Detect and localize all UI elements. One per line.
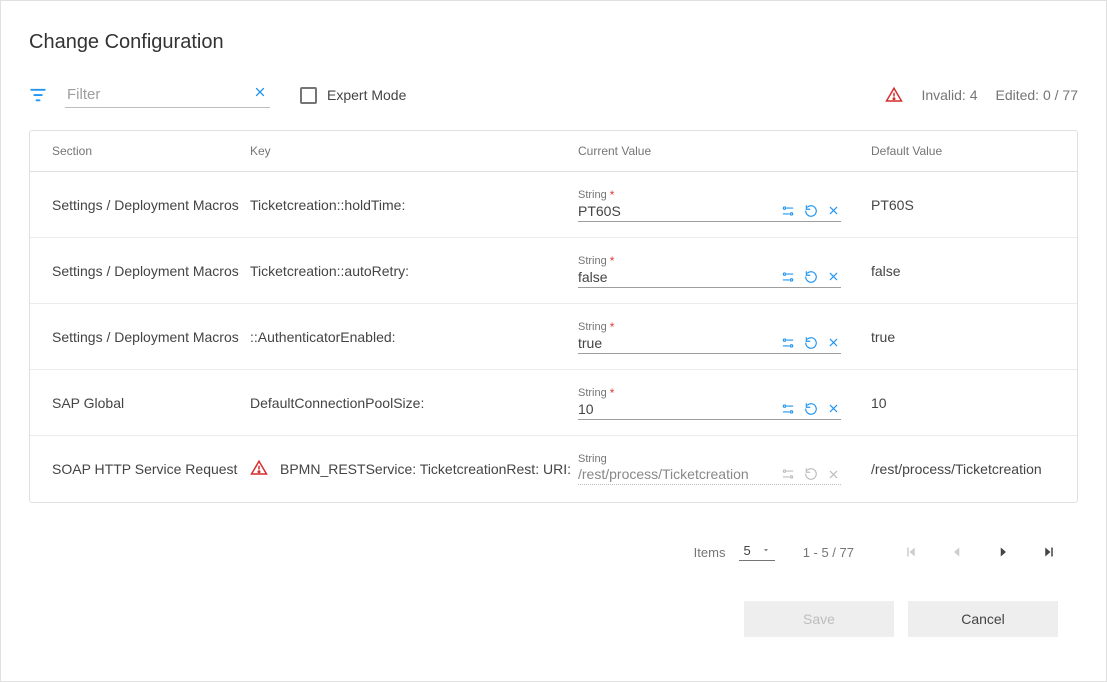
switch-type-icon[interactable] [780,203,795,218]
table-header: Section Key Current Value Default Value [30,131,1077,172]
cell-section: Settings / Deployment Macros [52,263,250,279]
edited-count: Edited: 0 / 77 [995,87,1078,103]
filter-input-wrap [65,82,270,108]
cancel-button[interactable]: Cancel [908,601,1058,637]
cell-key: BPMN_RESTService: TicketcreationRest: UR… [250,459,578,480]
clear-icon[interactable] [826,401,841,416]
cell-default: 10 [871,395,1055,411]
cell-default: /rest/process/Ticketcreation [871,461,1055,477]
expert-mode-label: Expert Mode [327,87,406,103]
pager: Items 5 1 - 5 / 77 [29,543,1078,561]
cell-current: String* [578,254,871,288]
chevron-down-icon [761,543,771,558]
cell-section: SOAP HTTP Service Request [52,461,250,477]
table-row: Settings / Deployment Macros::Authentica… [30,304,1077,370]
col-default: Default Value [871,144,1055,158]
required-star-icon: * [610,188,615,202]
filter-icon [29,86,47,104]
key-label: ::AuthenticatorEnabled: [250,329,396,345]
field-type-label: String* [578,320,841,334]
key-label: DefaultConnectionPoolSize: [250,395,424,411]
reset-icon[interactable] [803,269,818,284]
cell-key: Ticketcreation::autoRetry: [250,263,578,279]
value-input[interactable] [578,269,780,285]
cell-default: true [871,329,1055,345]
cell-key: Ticketcreation::holdTime: [250,197,578,213]
checkbox-icon [300,87,317,104]
dialog-title: Change Configuration [29,31,1078,54]
cell-current: String* [578,386,871,420]
table-row: Settings / Deployment MacrosTicketcreati… [30,172,1077,238]
cell-current: String [578,453,871,485]
config-table: Section Key Current Value Default Value … [29,130,1078,503]
field-type-label: String* [578,254,841,268]
cell-current: String* [578,320,871,354]
switch-type-icon[interactable] [780,401,795,416]
cell-key: DefaultConnectionPoolSize: [250,395,578,411]
value-input[interactable] [578,401,780,417]
field-type-label: String* [578,386,841,400]
key-label: BPMN_RESTService: TicketcreationRest: UR… [280,461,571,477]
page-size-select[interactable]: 5 [739,543,774,561]
prev-page-button[interactable] [948,543,966,561]
required-star-icon: * [610,254,615,268]
field-type-label: String* [578,188,841,202]
cell-current: String* [578,188,871,222]
dialog-actions: Save Cancel [29,601,1078,637]
change-configuration-dialog: Change Configuration Expert Mode [0,0,1107,682]
toolbar: Expert Mode Invalid: 4 Edited: 0 / 77 [29,82,1078,108]
switch-type-icon [780,467,795,482]
filter-input[interactable] [65,82,270,108]
cell-section: SAP Global [52,395,250,411]
clear-icon[interactable] [826,203,841,218]
value-input [578,466,780,482]
clear-icon[interactable] [826,335,841,350]
page-range: 1 - 5 / 77 [803,545,854,560]
cell-section: Settings / Deployment Macros [52,197,250,213]
last-page-button[interactable] [1040,543,1058,561]
status-summary: Invalid: 4 Edited: 0 / 77 [885,86,1078,104]
expert-mode-checkbox[interactable]: Expert Mode [300,87,406,104]
col-current: Current Value [578,144,871,158]
col-key: Key [250,144,578,158]
table-row: Settings / Deployment MacrosTicketcreati… [30,238,1077,304]
value-input[interactable] [578,335,780,351]
clear-icon[interactable] [826,269,841,284]
table-row: SOAP HTTP Service Request BPMN_RESTServic… [30,436,1077,502]
warning-icon [885,86,903,104]
next-page-button[interactable] [994,543,1012,561]
reset-icon[interactable] [803,203,818,218]
reset-icon[interactable] [803,335,818,350]
save-button[interactable]: Save [744,601,894,637]
clear-icon [826,467,841,482]
table-row: SAP GlobalDefaultConnectionPoolSize: Stri… [30,370,1077,436]
cell-key: ::AuthenticatorEnabled: [250,329,578,345]
switch-type-icon[interactable] [780,335,795,350]
first-page-button[interactable] [902,543,920,561]
col-section: Section [52,144,250,158]
filter-clear-icon[interactable] [252,84,268,100]
value-input[interactable] [578,203,780,219]
switch-type-icon[interactable] [780,269,795,284]
key-label: Ticketcreation::holdTime: [250,197,405,213]
warning-icon [250,459,268,480]
invalid-count: Invalid: 4 [921,87,977,103]
key-label: Ticketcreation::autoRetry: [250,263,409,279]
cell-default: PT60S [871,197,1055,213]
required-star-icon: * [610,320,615,334]
cell-section: Settings / Deployment Macros [52,329,250,345]
cell-default: false [871,263,1055,279]
items-label: Items [694,545,726,560]
required-star-icon: * [610,386,615,400]
reset-icon[interactable] [803,401,818,416]
field-type-label: String [578,453,841,465]
reset-icon [803,467,818,482]
